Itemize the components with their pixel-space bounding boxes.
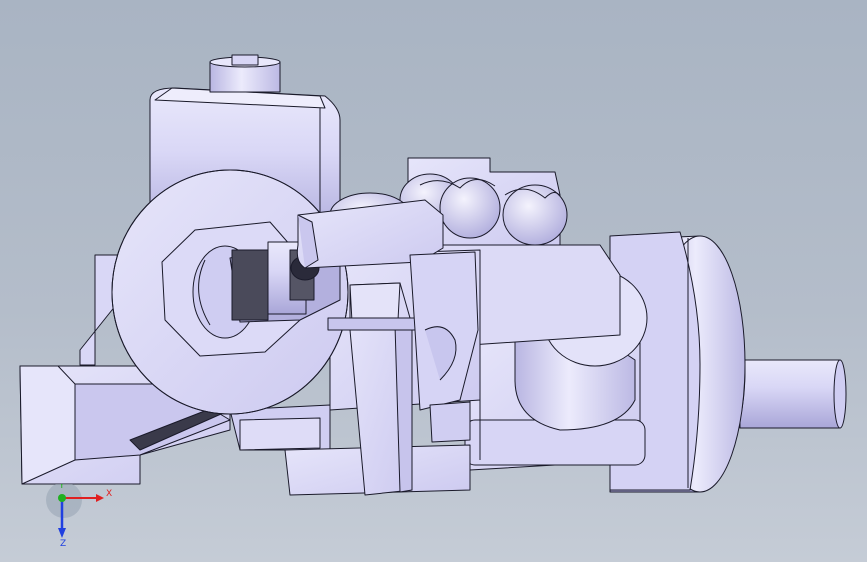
- graphics-viewport[interactable]: X Y Z: [0, 0, 867, 562]
- y-axis-label: Y: [58, 484, 65, 491]
- x-axis-label: X: [106, 489, 112, 499]
- 3d-model-pump-assembly[interactable]: [0, 0, 867, 562]
- z-axis-label: Z: [60, 539, 66, 546]
- coordinate-triad: X Y Z: [46, 484, 112, 546]
- y-axis-icon: [58, 494, 66, 502]
- output-shaft[interactable]: [739, 359, 847, 429]
